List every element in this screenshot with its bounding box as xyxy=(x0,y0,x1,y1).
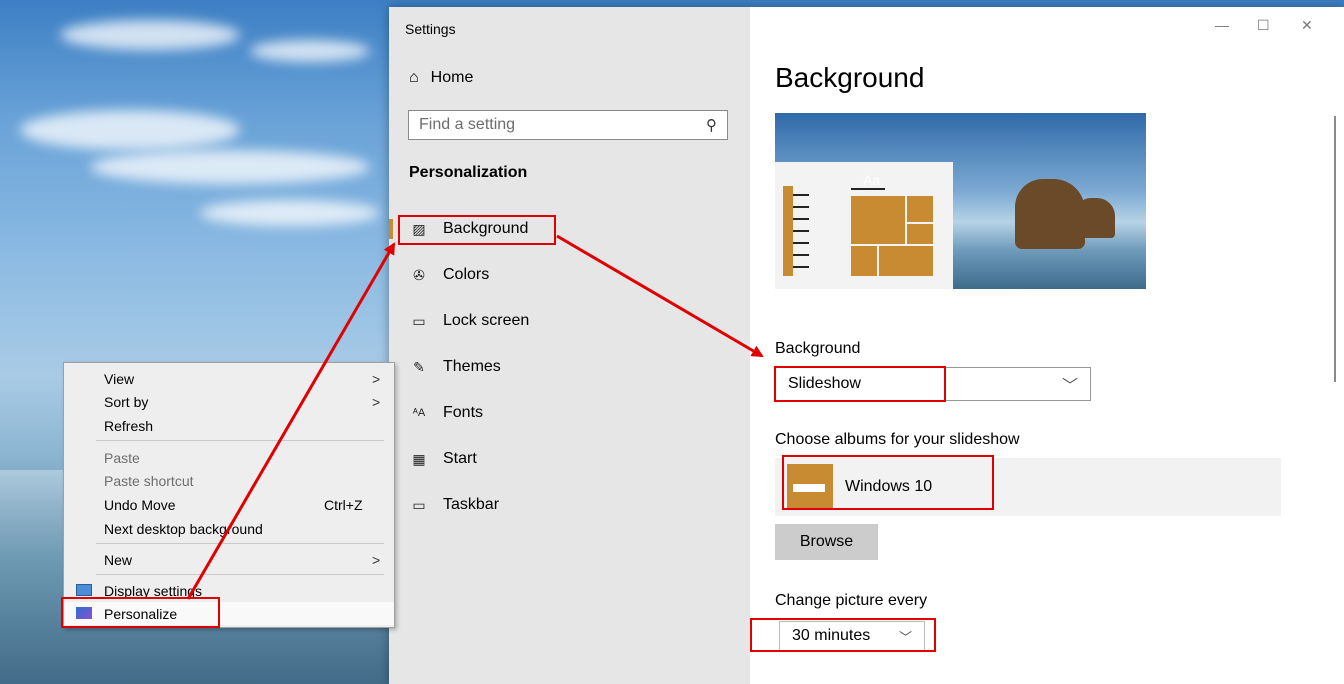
close-icon[interactable]: ✕ xyxy=(1301,17,1313,34)
minimize-icon[interactable]: — xyxy=(1215,17,1229,33)
brush-icon: ✎ xyxy=(413,358,425,375)
sidebar-item-lock-screen[interactable]: ▭ Lock screen xyxy=(389,301,750,341)
sidebar-item-background[interactable]: ▨ Background xyxy=(389,209,750,249)
personalize-icon xyxy=(76,607,92,619)
nav-home[interactable]: ⌂ Home xyxy=(409,69,473,87)
background-dropdown-value: Slideshow xyxy=(788,375,861,392)
menu-item-label: Display settings xyxy=(104,582,203,599)
home-icon: ⌂ xyxy=(409,69,419,86)
menu-item-label: Paste shortcut xyxy=(104,472,194,489)
picture-icon: ▨ xyxy=(412,220,426,237)
interval-label: Change picture every xyxy=(775,592,928,609)
menu-item-refresh[interactable]: Refresh xyxy=(64,414,394,437)
menu-item-next-desktop-background[interactable]: Next desktop background xyxy=(64,517,394,540)
albums-label: Choose albums for your slideshow xyxy=(775,431,1020,448)
sidebar-item-label: Start xyxy=(443,450,477,467)
menu-separator xyxy=(96,574,384,575)
menu-item-label: Paste xyxy=(104,449,140,466)
background-dropdown[interactable]: Slideshow ﹀ xyxy=(775,367,1091,401)
sidebar-item-label: Taskbar xyxy=(443,496,500,513)
interval-dropdown[interactable]: 30 minutes ﹀ xyxy=(779,621,925,651)
menu-item-undo-move[interactable]: Undo Move Ctrl+Z xyxy=(64,493,394,516)
chevron-down-icon: ﹀ xyxy=(1061,378,1078,395)
sidebar-item-label: Colors xyxy=(443,266,490,283)
sidebar-item-themes[interactable]: ✎ Themes xyxy=(389,347,750,387)
preview-text: Aa xyxy=(863,172,881,188)
menu-item-personalize[interactable]: Personalize xyxy=(64,602,394,625)
settings-sidebar: Settings ⌂ Home Find a setting ⚲ Persona… xyxy=(389,7,750,684)
font-icon: ᴬA xyxy=(412,407,426,419)
sidebar-item-label: Fonts xyxy=(443,404,484,421)
menu-item-label: Next desktop background xyxy=(104,520,263,537)
display-icon xyxy=(76,584,92,596)
chevron-right-icon: > xyxy=(372,370,381,387)
menu-item-label: New xyxy=(104,551,133,568)
nav-home-label: Home xyxy=(430,69,474,86)
menu-item-label: Undo Move xyxy=(104,496,176,513)
page-title: Background xyxy=(775,62,925,93)
menu-separator xyxy=(96,440,384,441)
chevron-down-icon: ﹀ xyxy=(898,629,912,645)
active-indicator xyxy=(389,219,393,239)
browse-button[interactable]: Browse xyxy=(775,524,878,560)
section-heading: Personalization xyxy=(409,164,528,181)
folder-icon xyxy=(787,464,833,510)
menu-separator xyxy=(96,543,384,544)
menu-item-display-settings[interactable]: Display settings xyxy=(64,579,394,602)
menu-item-view[interactable]: View > xyxy=(64,367,394,390)
search-input[interactable]: Find a setting ⚲ xyxy=(408,110,728,140)
album-item[interactable]: Windows 10 xyxy=(775,458,1281,516)
menu-item-label: Sort by xyxy=(104,393,149,410)
menu-item-paste-shortcut[interactable]: Paste shortcut xyxy=(64,469,394,492)
menu-item-shortcut: Ctrl+Z xyxy=(324,496,363,513)
background-label: Background xyxy=(775,340,861,357)
chevron-right-icon: > xyxy=(372,393,381,410)
sidebar-item-colors[interactable]: ✇ Colors xyxy=(389,255,750,295)
interval-dropdown-value: 30 minutes xyxy=(792,627,871,644)
palette-icon: ✇ xyxy=(413,266,425,283)
menu-item-paste[interactable]: Paste xyxy=(64,446,394,469)
search-placeholder: Find a setting xyxy=(419,116,516,133)
menu-item-label: Refresh xyxy=(104,417,154,434)
scrollbar[interactable] xyxy=(1334,116,1336,382)
menu-item-new[interactable]: New > xyxy=(64,548,394,571)
menu-item-label: View xyxy=(104,370,135,387)
sidebar-item-label: Background xyxy=(443,220,529,237)
sidebar-item-label: Lock screen xyxy=(443,312,530,329)
lock-screen-icon: ▭ xyxy=(412,312,426,329)
album-name: Windows 10 xyxy=(845,478,933,495)
sidebar-item-start[interactable]: ▦ Start xyxy=(389,439,750,479)
sidebar-item-label: Themes xyxy=(443,358,501,375)
menu-item-sort-by[interactable]: Sort by > xyxy=(64,390,394,413)
chevron-right-icon: > xyxy=(372,551,381,568)
background-preview: Aa xyxy=(775,113,1146,289)
maximize-icon[interactable]: ☐ xyxy=(1257,17,1270,34)
desktop-context-menu: View > Sort by > Refresh Paste Paste sho… xyxy=(63,362,395,628)
sidebar-item-taskbar[interactable]: ▭ Taskbar xyxy=(389,485,750,525)
sidebar-item-fonts[interactable]: ᴬA Fonts xyxy=(389,393,750,433)
menu-item-label: Personalize xyxy=(104,605,178,622)
window-title: Settings xyxy=(405,21,456,37)
settings-window: Settings ⌂ Home Find a setting ⚲ Persona… xyxy=(389,7,1344,684)
taskbar-icon: ▭ xyxy=(412,496,426,513)
search-icon: ⚲ xyxy=(706,117,717,134)
start-icon: ▦ xyxy=(412,450,426,467)
